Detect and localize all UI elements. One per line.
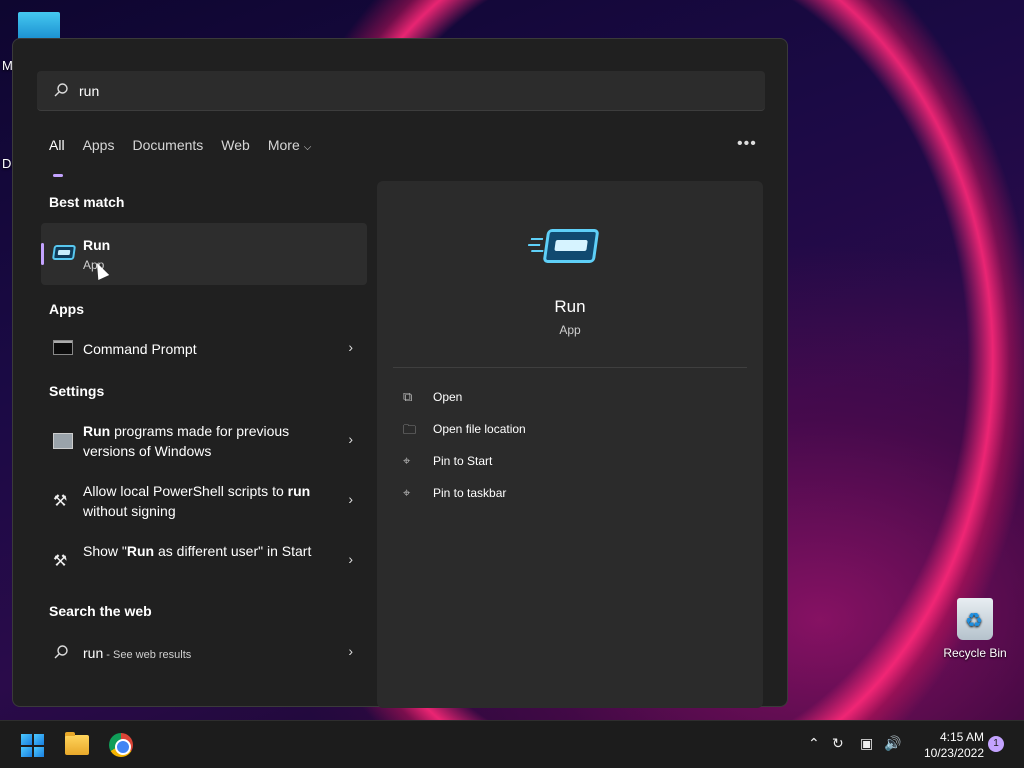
network-icon[interactable]: ▣: [860, 735, 873, 752]
preview-subtitle: App: [559, 323, 581, 337]
setting-label: Run programs made for previous versions …: [83, 423, 290, 459]
recycle-bin-icon: [957, 598, 993, 640]
tab-all[interactable]: All: [49, 137, 65, 177]
section-best-match: Best match: [49, 194, 125, 210]
tab-more[interactable]: More ⌵: [268, 137, 312, 167]
tab-documents[interactable]: Documents: [132, 137, 203, 167]
notification-badge[interactable]: 1: [988, 736, 1004, 752]
web-result-label: run - See web results: [83, 645, 192, 661]
clock[interactable]: 4:15 AM 10/23/2022: [908, 729, 984, 761]
search-icon: [54, 645, 68, 659]
action-label: Open file location: [433, 422, 526, 436]
recycle-bin[interactable]: Recycle Bin: [942, 598, 1008, 660]
chevron-right-icon[interactable]: ›: [348, 551, 353, 567]
action-label: Open: [433, 390, 463, 404]
setting-run-as-different-user[interactable]: ⚒ Show "Run as different user" in Start …: [41, 541, 367, 585]
tab-web[interactable]: Web: [221, 137, 250, 167]
chevron-right-icon[interactable]: ›: [348, 643, 353, 659]
search-icon: [54, 83, 68, 97]
developer-tools-icon: ⚒: [53, 553, 68, 570]
chevron-right-icon[interactable]: ›: [348, 491, 353, 507]
run-app-icon-large: [530, 229, 600, 263]
preview-pane: Run App ⧉ Open 🗀 Open file location ⌖ Pi…: [377, 181, 763, 708]
folder-icon: 🗀: [403, 422, 417, 437]
section-apps: Apps: [49, 301, 84, 317]
section-search-web: Search the web: [49, 603, 152, 619]
search-input[interactable]: run: [37, 71, 765, 111]
search-query: run: [79, 83, 100, 99]
section-settings: Settings: [49, 383, 105, 399]
more-options-button[interactable]: •••: [737, 135, 757, 153]
open-icon: ⧉: [403, 389, 413, 404]
recycle-bin-label: Recycle Bin: [943, 646, 1007, 660]
selection-indicator: [41, 243, 44, 265]
command-prompt-icon: [53, 340, 73, 355]
setting-label: Allow local PowerShell scripts to run wi…: [83, 483, 311, 519]
start-button[interactable]: [21, 734, 44, 757]
setting-label: Show "Run as different user" in Start: [83, 543, 312, 559]
volume-icon[interactable]: 🔊: [884, 735, 901, 752]
action-label: Pin to taskbar: [433, 486, 507, 500]
tab-apps[interactable]: Apps: [83, 137, 115, 167]
pin-icon: ⌖: [403, 485, 411, 500]
setting-powershell-scripts[interactable]: ⚒ Allow local PowerShell scripts to run …: [41, 481, 367, 525]
action-label: Pin to Start: [433, 454, 493, 468]
web-search-result[interactable]: run - See web results ›: [41, 641, 367, 665]
setting-run-compat[interactable]: Run programs made for previous versions …: [41, 421, 367, 465]
taskbar: ⌃ ↻ ▣ 🔊 4:15 AM 10/23/2022: [0, 720, 1024, 768]
start-search-panel: run All Apps Documents Web More ⌵ ••• Bes…: [12, 38, 788, 708]
preview-title: Run: [554, 297, 586, 316]
clock-date: 10/23/2022: [923, 746, 984, 760]
sync-icon[interactable]: ↻: [832, 735, 844, 752]
divider: [393, 367, 747, 368]
filter-tabs: All Apps Documents Web More ⌵: [49, 137, 329, 177]
file-explorer-icon[interactable]: [65, 732, 89, 755]
clock-time: 4:15 AM: [939, 730, 984, 744]
chevron-right-icon[interactable]: ›: [348, 431, 353, 447]
chevron-up-icon[interactable]: ⌃: [808, 735, 820, 752]
developer-tools-icon: ⚒: [53, 493, 68, 510]
compatibility-settings-icon: [53, 433, 73, 449]
run-app-icon: [51, 245, 77, 260]
pin-icon: ⌖: [403, 453, 411, 468]
tab-more-label: More: [267, 137, 300, 153]
app-command-prompt[interactable]: Command Prompt ›: [41, 337, 367, 361]
chevron-down-icon: ⌵: [303, 142, 312, 153]
chevron-right-icon[interactable]: ›: [348, 339, 353, 355]
desktop-icon-top[interactable]: [18, 12, 60, 40]
best-match-name: Run: [83, 237, 111, 253]
app-label: Command Prompt: [83, 341, 197, 357]
chrome-icon[interactable]: [109, 733, 133, 757]
windows-logo-icon: [21, 734, 32, 745]
best-match-run[interactable]: Run App: [41, 223, 367, 285]
